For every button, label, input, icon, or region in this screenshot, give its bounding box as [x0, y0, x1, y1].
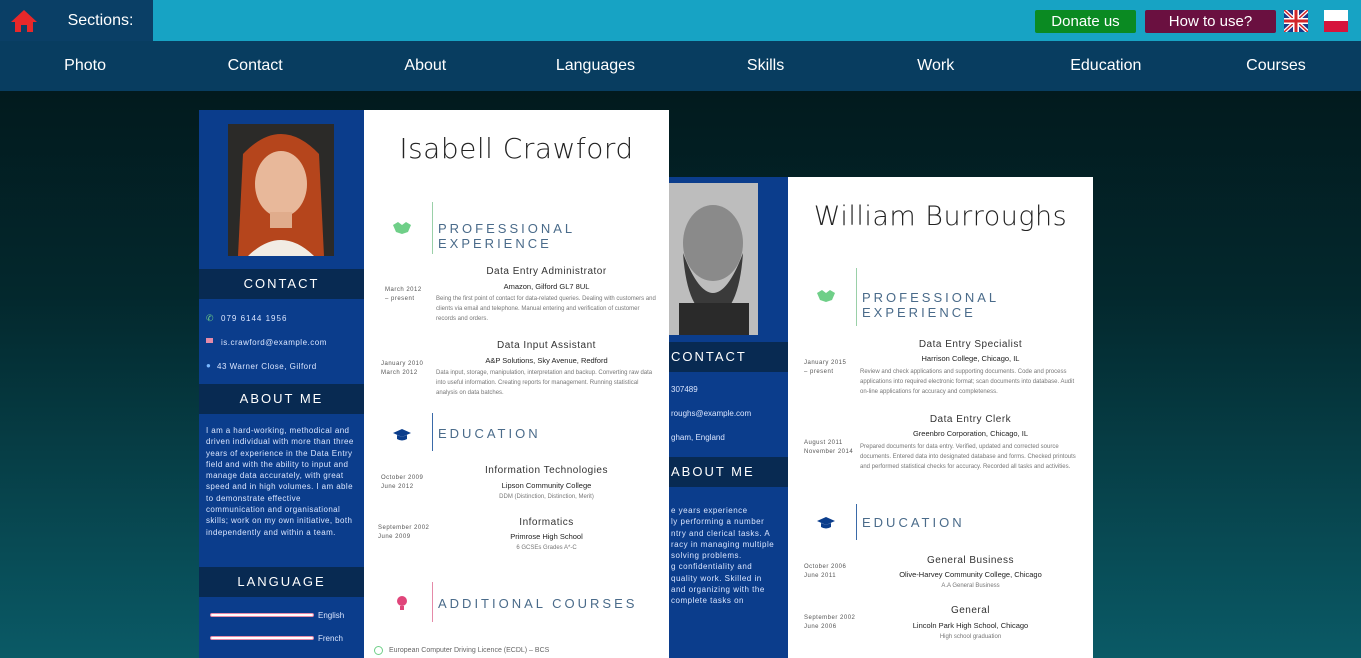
home-button[interactable]	[0, 0, 48, 41]
education-school: Lipson Community College	[501, 481, 592, 490]
nav-courses[interactable]: Courses	[1191, 57, 1361, 75]
education-grade: DDM (Distinction, Distinction, Merit)	[499, 494, 594, 500]
uk-flag-icon[interactable]	[1284, 10, 1308, 32]
profile-photo	[669, 183, 758, 335]
divider	[432, 413, 433, 451]
education-date: September 2002 June 2009	[378, 525, 430, 540]
language-label: French	[318, 634, 343, 643]
divider	[432, 582, 433, 622]
cv-sidebar: CONTACT ✆ 079 6144 1956 is.crawford@exam…	[199, 110, 364, 658]
course-item: European Computer Driving Licence (ECDL)…	[389, 647, 550, 654]
nav-skills[interactable]: Skills	[681, 57, 851, 75]
divider	[432, 202, 433, 254]
education-school: Lincoln Park High School, Chicago	[912, 621, 1029, 630]
lightbulb-icon	[397, 596, 407, 610]
about-heading: ABOUT ME	[199, 384, 364, 414]
education-grade: A.A General Business	[941, 583, 1000, 589]
job-description: Data input, storage, manipulation, inter…	[436, 370, 653, 396]
contact-phone: 307489	[671, 385, 698, 394]
education-title: General Business	[927, 555, 1014, 566]
language-bar-french	[210, 636, 314, 640]
language-heading: LANGUAGE	[199, 567, 364, 597]
poland-flag-icon[interactable]	[1324, 10, 1348, 32]
email-icon	[206, 338, 213, 343]
education-title: General	[950, 605, 991, 616]
graduation-cap-icon	[393, 429, 411, 441]
nav-languages[interactable]: Languages	[510, 57, 680, 75]
phone-icon: ✆	[206, 313, 214, 323]
section-nav: Photo Contact About Languages Skills Wor…	[0, 41, 1361, 91]
sections-label: Sections:	[48, 0, 153, 41]
resume-template-william[interactable]: CONTACT 307489 roughs@example.com gham, …	[669, 177, 1093, 658]
education-heading: EDUCATION	[438, 426, 541, 441]
contact-address: 43 Warner Close, Gilford	[217, 362, 317, 371]
resume-template-isabell[interactable]: CONTACT ✆ 079 6144 1956 is.crawford@exam…	[199, 110, 669, 658]
graduation-cap-icon	[817, 517, 835, 529]
home-icon	[11, 9, 37, 32]
job-title: Data Entry Clerk	[929, 414, 1012, 425]
about-heading: ABOUT ME	[669, 457, 788, 487]
contact-phone: 079 6144 1956	[221, 314, 288, 323]
experience-heading: PROFESSIONAL EXPERIENCE	[438, 221, 575, 251]
profile-photo	[228, 124, 334, 256]
job-date: January 2015 – present	[804, 360, 847, 375]
education-school: Primrose High School	[510, 532, 583, 541]
education-date: October 2009 June 2012	[381, 475, 424, 490]
cv-name: William Burroughs	[813, 201, 1068, 232]
check-circle-icon	[374, 646, 383, 655]
education-school: Olive-Harvey Community College, Chicago	[899, 570, 1042, 579]
job-title: Data Input Assistant	[497, 340, 596, 351]
nav-work[interactable]: Work	[851, 57, 1021, 75]
about-text: e years experience ly performing a numbe…	[671, 506, 775, 606]
education-heading: EDUCATION	[862, 515, 965, 530]
education-grade: 6 GCSEs Grades A*-C	[516, 545, 577, 551]
contact-email: is.crawford@example.com	[221, 338, 327, 347]
job-company: Harrison College, Chicago, IL	[921, 354, 1020, 363]
language-label: English	[318, 611, 345, 620]
cv-main: William Burroughs PROFESSIONAL EXPERIENC…	[788, 177, 1093, 658]
job-company: A&P Solutions, Sky Avenue, Redford	[485, 356, 608, 365]
education-date: October 2006 June 2011	[804, 564, 847, 579]
location-icon: ●	[206, 361, 211, 370]
job-date: August 2011 November 2014	[804, 440, 854, 455]
job-date: March 2012 – present	[385, 287, 422, 302]
contact-heading: CONTACT	[199, 269, 364, 299]
job-title: Data Entry Administrator	[486, 266, 607, 277]
education-grade: High school graduation	[939, 634, 1002, 640]
cv-main: Isabell Crawford PROFESSIONAL EXPERIENCE…	[364, 110, 669, 658]
contact-heading: CONTACT	[669, 342, 788, 372]
job-title: Data Entry Specialist	[918, 339, 1023, 350]
education-title: Informatics	[519, 517, 574, 528]
handshake-icon	[817, 290, 835, 302]
divider	[856, 504, 857, 540]
nav-photo[interactable]: Photo	[0, 57, 170, 75]
job-description: Prepared documents for data entry. Verif…	[860, 444, 1076, 470]
cv-sidebar: CONTACT 307489 roughs@example.com gham, …	[669, 177, 788, 658]
job-company: Amazon, Gilford GL7 8UL	[503, 282, 590, 291]
language-bar-english	[210, 613, 314, 617]
contact-email: roughs@example.com	[671, 409, 752, 418]
handshake-icon	[393, 222, 411, 234]
contact-address: gham, England	[671, 433, 725, 442]
about-text: I am a hard-working, methodical and driv…	[206, 426, 354, 537]
divider	[856, 268, 857, 326]
nav-education[interactable]: Education	[1021, 57, 1191, 75]
nav-about[interactable]: About	[340, 57, 510, 75]
education-title: Information Technologies	[485, 465, 608, 476]
how-to-use-button[interactable]: How to use?	[1145, 10, 1276, 33]
top-bar: Sections: Donate us How to use?	[0, 0, 1361, 41]
nav-contact[interactable]: Contact	[170, 57, 340, 75]
experience-heading: PROFESSIONAL EXPERIENCE	[862, 290, 999, 320]
cv-name: Isabell Crawford	[399, 132, 634, 165]
job-description: Being the first point of contact for dat…	[436, 296, 656, 322]
job-description: Review and check applications and suppor…	[860, 369, 1075, 395]
courses-heading: ADDITIONAL COURSES	[438, 596, 638, 611]
job-date: January 2010 March 2012	[381, 361, 424, 376]
job-company: Greenbro Corporation, Chicago, IL	[912, 429, 1029, 438]
donate-button[interactable]: Donate us	[1035, 10, 1136, 33]
